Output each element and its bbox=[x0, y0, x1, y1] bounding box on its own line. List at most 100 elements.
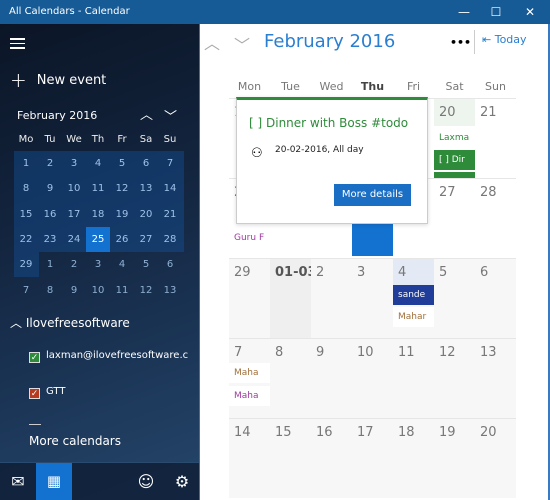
mini-day[interactable]: 3 bbox=[62, 151, 86, 176]
day-cell[interactable]: 21 bbox=[475, 98, 516, 178]
mini-day[interactable]: 5 bbox=[134, 252, 158, 277]
mini-day[interactable]: 4 bbox=[86, 151, 110, 176]
mini-day[interactable]: 15 bbox=[14, 202, 38, 227]
mini-prev-button[interactable]: ︿ bbox=[140, 104, 153, 123]
divider bbox=[29, 424, 41, 425]
day-cell[interactable]: 11 bbox=[393, 338, 434, 418]
event-bar bbox=[434, 172, 475, 178]
mini-day[interactable]: 28 bbox=[158, 227, 182, 252]
day-cell[interactable]: 18 bbox=[393, 418, 434, 498]
mini-day[interactable]: 20 bbox=[134, 202, 158, 227]
mail-icon[interactable]: ✉ bbox=[0, 463, 36, 500]
mini-day[interactable]: 29 bbox=[14, 252, 38, 277]
today-button[interactable]: ⇤ Today bbox=[482, 33, 527, 46]
mini-day[interactable]: 2 bbox=[38, 151, 62, 176]
day-cell[interactable]: 27 bbox=[434, 178, 475, 258]
mini-day[interactable]: 23 bbox=[38, 227, 62, 252]
day-cell[interactable]: 2 bbox=[311, 258, 352, 338]
event-item[interactable]: Maha bbox=[229, 363, 270, 383]
mini-day[interactable]: 18 bbox=[86, 202, 110, 227]
day-cell[interactable]: 3 bbox=[352, 258, 393, 338]
mini-day[interactable]: 13 bbox=[158, 278, 182, 303]
mini-day[interactable]: 3 bbox=[86, 252, 110, 277]
mini-day[interactable]: 26 bbox=[110, 227, 134, 252]
smiley-icon[interactable]: ☺ bbox=[132, 463, 160, 500]
day-cell[interactable]: 14 bbox=[229, 418, 270, 498]
mini-day[interactable]: 11 bbox=[110, 278, 134, 303]
day-number: 28 bbox=[480, 185, 497, 200]
mini-day[interactable]: 21 bbox=[158, 202, 182, 227]
mini-day[interactable]: 1 bbox=[14, 151, 38, 176]
mini-day[interactable]: 12 bbox=[134, 278, 158, 303]
event-item[interactable]: [ ] Dir bbox=[434, 150, 475, 170]
day-number: 27 bbox=[439, 185, 456, 200]
event-item[interactable]: Laxma bbox=[434, 128, 475, 148]
mini-day[interactable]: 27 bbox=[134, 227, 158, 252]
event-item[interactable]: sande bbox=[393, 285, 434, 305]
next-month-button[interactable]: ﹀ bbox=[234, 32, 250, 56]
day-cell[interactable]: 01-03 bbox=[270, 258, 317, 338]
mini-day[interactable]: 9 bbox=[62, 278, 86, 303]
mini-day[interactable]: 6 bbox=[158, 252, 182, 277]
mini-calendar-title: February 2016 bbox=[17, 109, 98, 122]
mini-day[interactable]: 7 bbox=[158, 151, 182, 176]
event-item[interactable]: Guru F bbox=[229, 228, 270, 248]
day-cell[interactable]: 5 bbox=[434, 258, 475, 338]
day-cell[interactable]: 6 bbox=[475, 258, 516, 338]
day-cell[interactable]: 10 bbox=[352, 338, 393, 418]
day-cell[interactable]: 16 bbox=[311, 418, 352, 498]
mini-day[interactable]: 1 bbox=[38, 252, 62, 277]
calendar-label[interactable]: GTT bbox=[46, 386, 65, 397]
window-title: All Calendars - Calendar bbox=[9, 6, 130, 17]
day-cell[interactable]: 8 bbox=[270, 338, 311, 418]
calendar-icon[interactable]: ▦ bbox=[36, 463, 72, 500]
mini-day[interactable]: 10 bbox=[86, 278, 110, 303]
day-cell[interactable]: 15 bbox=[270, 418, 311, 498]
mini-day[interactable]: 9 bbox=[38, 176, 62, 201]
mini-day[interactable]: 2 bbox=[62, 252, 86, 277]
day-cell[interactable]: 19 bbox=[434, 418, 475, 498]
gear-icon[interactable]: ⚙ bbox=[168, 463, 196, 500]
mini-day[interactable]: 19 bbox=[110, 202, 134, 227]
more-options-button[interactable]: ••• bbox=[450, 36, 471, 49]
weekday-header: Sun bbox=[485, 80, 506, 93]
day-cell[interactable]: 29 bbox=[229, 258, 270, 338]
more-calendars-link[interactable]: More calendars bbox=[29, 434, 121, 448]
close-button[interactable]: ✕ bbox=[510, 2, 550, 22]
mini-day[interactable]: 25 bbox=[86, 226, 110, 252]
calendar-label[interactable]: laxman@ilovefreesoftware.c bbox=[46, 350, 196, 361]
new-event-button[interactable]: + New event bbox=[10, 68, 106, 92]
mini-day[interactable]: 8 bbox=[38, 278, 62, 303]
prev-month-button[interactable]: ︿ bbox=[204, 30, 220, 54]
mini-day[interactable]: 11 bbox=[86, 176, 110, 201]
account-header[interactable]: ︿ Ilovefreesoftware bbox=[10, 314, 130, 331]
mini-day[interactable]: 17 bbox=[62, 202, 86, 227]
day-cell[interactable]: 17 bbox=[352, 418, 393, 498]
mini-day[interactable]: 24 bbox=[62, 227, 86, 252]
mini-day[interactable]: 8 bbox=[14, 176, 38, 201]
day-cell[interactable]: 9 bbox=[311, 338, 352, 418]
mini-day[interactable]: 5 bbox=[110, 151, 134, 176]
event-item[interactable]: Maha bbox=[229, 386, 270, 406]
mini-day[interactable]: 4 bbox=[110, 252, 134, 277]
more-details-button[interactable]: More details bbox=[334, 184, 411, 206]
event-item[interactable]: Mahar bbox=[393, 307, 434, 327]
calendar-checkbox[interactable]: ✓ bbox=[29, 388, 40, 399]
mini-day[interactable]: 22 bbox=[14, 227, 38, 252]
day-cell[interactable]: 13 bbox=[475, 338, 516, 418]
mini-day[interactable]: 7 bbox=[14, 278, 38, 303]
mini-next-button[interactable]: ﹀ bbox=[164, 106, 177, 125]
mini-day[interactable]: 12 bbox=[110, 176, 134, 201]
mini-day[interactable]: 16 bbox=[38, 202, 62, 227]
mini-day[interactable]: 14 bbox=[158, 176, 182, 201]
day-cell[interactable]: 20 bbox=[475, 418, 516, 498]
hamburger-icon[interactable] bbox=[10, 38, 25, 49]
mini-day[interactable]: 13 bbox=[134, 176, 158, 201]
calendar-checkbox[interactable]: ✓ bbox=[29, 352, 40, 363]
mini-day[interactable]: 10 bbox=[62, 176, 86, 201]
day-cell[interactable]: 28 bbox=[475, 178, 516, 258]
day-cell[interactable]: 12 bbox=[434, 338, 475, 418]
mini-day[interactable]: 6 bbox=[134, 151, 158, 176]
weekday-header: Tue bbox=[281, 80, 300, 93]
day-number: 14 bbox=[234, 425, 251, 440]
